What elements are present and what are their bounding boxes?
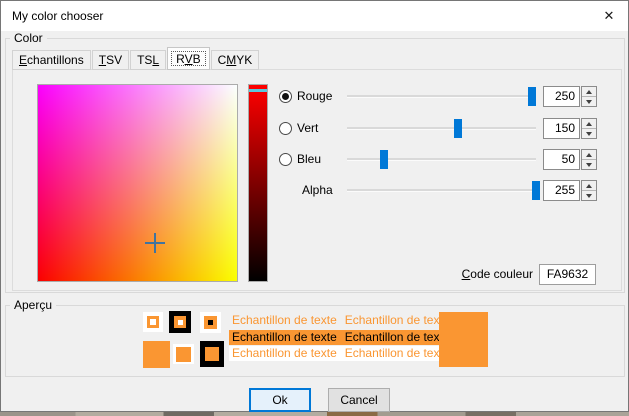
- tab-tsv[interactable]: TSV: [92, 50, 129, 70]
- close-icon: ✕: [604, 8, 615, 24]
- titlebar: My color chooser ✕: [1, 1, 628, 31]
- rouge-value-field[interactable]: 250: [543, 86, 580, 107]
- rouge-spin-buttons: [581, 86, 597, 107]
- ok-button[interactable]: Ok: [249, 388, 311, 412]
- preview-swatch-2: [169, 311, 191, 333]
- bleu-value-field[interactable]: 50: [543, 149, 580, 170]
- alpha-slider[interactable]: [347, 175, 536, 206]
- alpha-label: Alpha: [302, 175, 333, 206]
- preview-swatch-1-inner: [147, 316, 159, 328]
- vert-label: Vert: [297, 113, 318, 144]
- window-title: My color chooser: [12, 9, 103, 23]
- tab-echantillons[interactable]: Echantillons: [12, 50, 91, 70]
- sample-text: Echantillon de texte: [345, 330, 450, 344]
- preview-text-line-3: Echantillon de texte Echantillon de texte: [229, 346, 461, 361]
- rouge-spin-down-button[interactable]: [582, 97, 596, 106]
- gradient-square[interactable]: [37, 84, 238, 282]
- screen: My color chooser ✕ Color Echantillons TS…: [0, 0, 629, 416]
- alpha-slider-track[interactable]: [347, 189, 536, 191]
- vert-value-field[interactable]: 150: [543, 118, 580, 139]
- alpha-value-field[interactable]: 255: [543, 180, 580, 201]
- rouge-radio[interactable]: [279, 90, 292, 103]
- tabbar: Echantillons TSV TSL RVB CMYK: [12, 49, 260, 70]
- sample-text: Echantillon de texte: [232, 346, 337, 360]
- preview-swatch-5: [173, 344, 194, 364]
- alpha-spinner: 255: [543, 180, 597, 201]
- sample-text: Echantillon de texte: [345, 346, 450, 360]
- preview-swatch-2-inner: [174, 316, 186, 328]
- bleu-spin-buttons: [581, 149, 597, 170]
- preview-swatch-3: [200, 312, 221, 333]
- vert-spinner: 150: [543, 118, 597, 139]
- preview-swatch-5-inner: [176, 347, 191, 362]
- bleu-spin-down-button[interactable]: [582, 160, 596, 169]
- gradient-cursor-icon: [145, 233, 165, 253]
- rouge-label: Rouge: [297, 81, 332, 112]
- bleu-slider[interactable]: [347, 144, 536, 175]
- bleu-radio[interactable]: [279, 153, 292, 166]
- preview-swatch-1-core: [150, 319, 156, 325]
- alpha-spin-up-button[interactable]: [582, 181, 596, 191]
- alpha-spin-buttons: [581, 180, 597, 201]
- preview-groupbox-label: Aperçu: [10, 298, 56, 312]
- vert-slider-thumb[interactable]: [454, 119, 462, 138]
- rouge-spin-up-button[interactable]: [582, 87, 596, 97]
- close-button[interactable]: ✕: [590, 1, 628, 30]
- color-code-field[interactable]: FA9632: [539, 264, 596, 285]
- cancel-button[interactable]: Cancel: [328, 388, 390, 412]
- preview-swatch-3-inner: [204, 316, 217, 329]
- vert-radio[interactable]: [279, 122, 292, 135]
- rouge-slider-track[interactable]: [347, 95, 536, 97]
- red-bar-indicator: [249, 89, 267, 92]
- channel-row-bleu: Bleu 50: [271, 144, 601, 175]
- vert-slider-track[interactable]: [347, 127, 536, 129]
- sample-text: Echantillon de texte: [345, 313, 450, 327]
- vert-spin-buttons: [581, 118, 597, 139]
- preview-text-line-1: Echantillon de texte Echantillon de texte: [232, 313, 458, 328]
- preview-swatch-3-core: [208, 320, 213, 325]
- preview-swatch-6: [200, 341, 224, 367]
- alpha-spin-down-button[interactable]: [582, 191, 596, 200]
- color-chooser-dialog: My color chooser ✕ Color Echantillons TS…: [0, 0, 629, 412]
- color-groupbox-label: Color: [10, 31, 47, 45]
- bleu-label: Bleu: [297, 144, 321, 175]
- red-channel-bar[interactable]: [248, 84, 268, 282]
- bleu-slider-thumb[interactable]: [380, 150, 388, 169]
- vert-spin-down-button[interactable]: [582, 129, 596, 138]
- bleu-spin-up-button[interactable]: [582, 150, 596, 160]
- channel-row-alpha: Alpha 255: [271, 175, 601, 206]
- vert-slider[interactable]: [347, 113, 536, 144]
- tab-rvb[interactable]: RVB: [167, 47, 209, 70]
- tab-tsl[interactable]: TSL: [130, 50, 166, 70]
- preview-text-line-2: Echantillon de texte Echantillon de texte: [229, 330, 461, 345]
- preview-swatch-2-core: [178, 320, 183, 325]
- bleu-spinner: 50: [543, 149, 597, 170]
- sample-text: Echantillon de texte: [232, 330, 337, 344]
- channel-row-vert: Vert 150: [271, 113, 601, 144]
- preview-swatch-1: [143, 312, 163, 332]
- channel-row-rouge: Rouge 250: [271, 81, 601, 112]
- rouge-slider-thumb[interactable]: [528, 87, 536, 106]
- bleu-slider-track[interactable]: [347, 158, 536, 160]
- preview-swatch-4: [143, 341, 170, 368]
- rouge-slider[interactable]: [347, 81, 536, 112]
- sample-text: Echantillon de texte: [232, 313, 337, 327]
- color-code-label: Code couleur: [431, 267, 533, 281]
- vert-spin-up-button[interactable]: [582, 119, 596, 129]
- rouge-spinner: 250: [543, 86, 597, 107]
- preview-swatch-6-inner: [205, 347, 219, 361]
- tab-cmyk[interactable]: CMYK: [211, 50, 260, 70]
- alpha-slider-thumb[interactable]: [532, 181, 540, 200]
- preview-color-rect: [439, 312, 488, 367]
